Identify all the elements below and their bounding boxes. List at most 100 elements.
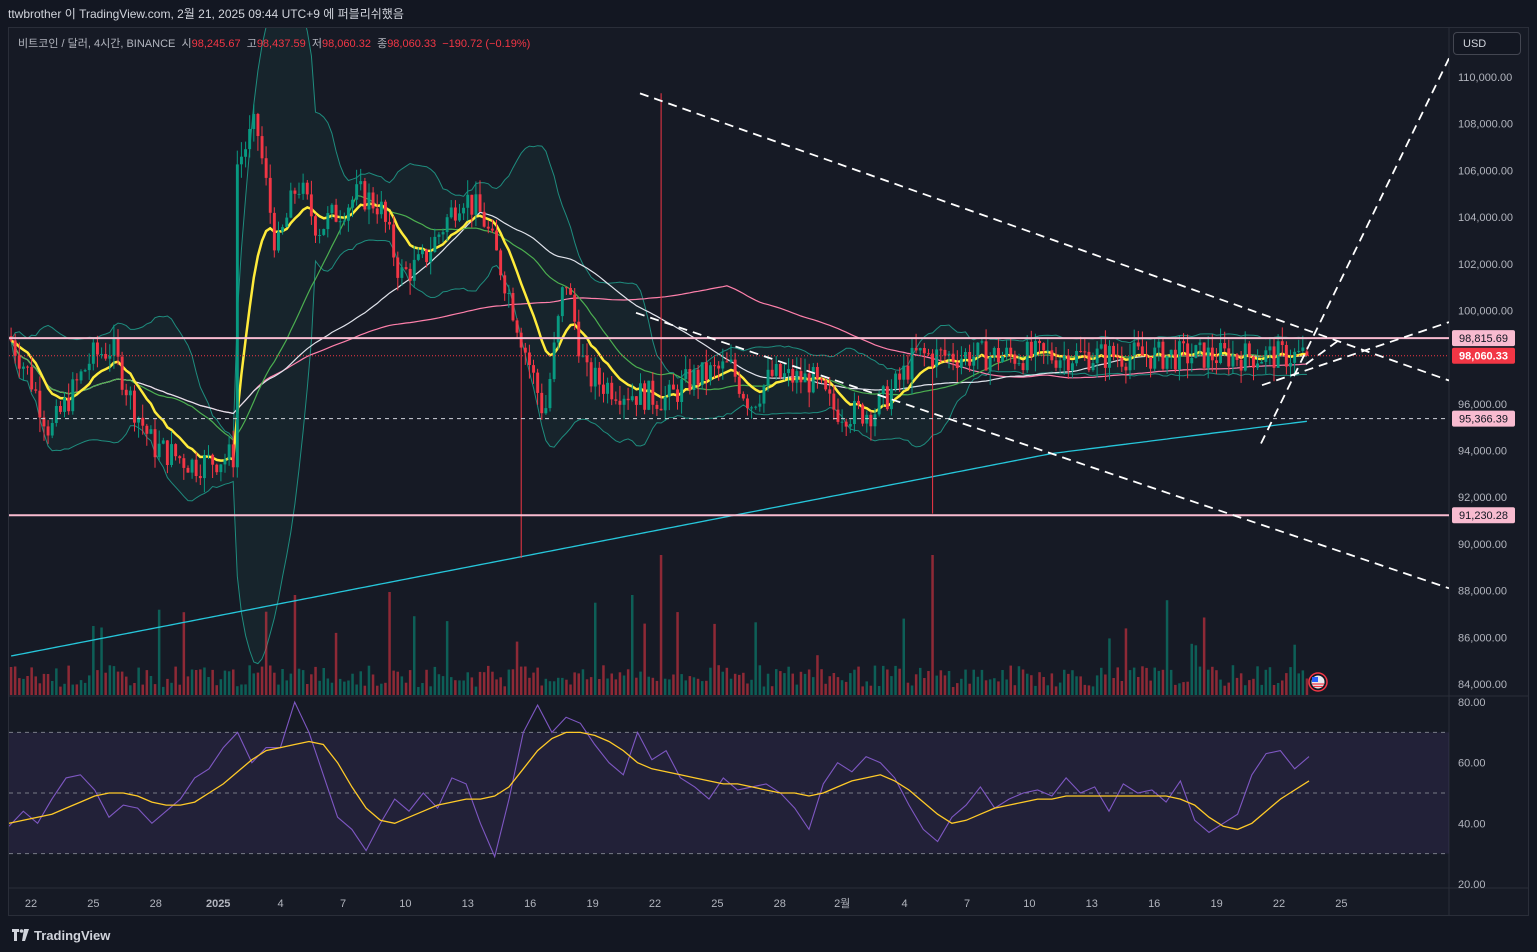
volume-bar — [779, 671, 782, 695]
candle-body — [515, 320, 519, 333]
volume-bar — [293, 595, 297, 695]
volume-bar — [1198, 666, 1202, 695]
volume-bar — [450, 677, 453, 695]
candle-body — [1157, 341, 1161, 348]
volume-bar — [404, 682, 408, 695]
candle-body — [71, 379, 75, 412]
tradingview-logo-icon[interactable] — [12, 929, 30, 941]
volume-bar — [227, 671, 231, 695]
volume-bar — [1182, 682, 1185, 695]
candle-body — [478, 194, 482, 212]
change-value: −190.72 (−0.19%) — [442, 38, 531, 50]
volume-bar — [408, 670, 412, 695]
candle-body — [569, 288, 572, 295]
volume-bar — [1276, 683, 1280, 695]
trendlines[interactable] — [635, 57, 1449, 590]
chart-canvas[interactable]: 80.00 60.00 40.00 20.00 110,000.00 108,000.0… — [0, 0, 1537, 918]
candle-body — [1046, 350, 1050, 352]
volume-bar — [256, 672, 260, 695]
volume-bar — [478, 671, 482, 695]
candle-body — [1017, 363, 1021, 365]
candle-body — [355, 184, 359, 200]
price-tag-label: 95,366.39 — [1459, 414, 1508, 426]
candle-body — [83, 370, 87, 372]
currency-button[interactable]: USD — [1453, 32, 1521, 55]
symbol-name[interactable]: 비트코인 / 달러, 4시간, BINANCE — [18, 38, 175, 50]
candle-body — [717, 365, 721, 369]
volume-bar — [30, 667, 33, 695]
candle-body — [655, 404, 659, 409]
volume-bar — [877, 686, 881, 695]
volume-bar — [766, 673, 770, 695]
candle-body — [927, 353, 930, 355]
price-tag: 95,366.39 — [1452, 410, 1515, 427]
volume-bar — [297, 668, 301, 695]
candle-body — [787, 369, 790, 374]
volume-bar — [1231, 665, 1235, 695]
candle-body — [565, 287, 568, 289]
candle-body — [1169, 349, 1173, 356]
candle-body — [593, 367, 597, 387]
candle-body — [770, 369, 774, 376]
volume-bar — [1211, 666, 1214, 695]
candle-body — [1001, 356, 1004, 363]
candle-body — [157, 443, 161, 458]
candle-body — [1054, 360, 1058, 368]
candle-body — [133, 390, 136, 423]
volume-bar — [795, 684, 799, 695]
volume-bar — [174, 666, 177, 695]
candle-body — [680, 379, 684, 402]
volume-bar — [935, 675, 938, 695]
candle-body — [433, 236, 437, 252]
volume-bar — [746, 683, 749, 695]
candle-body — [91, 342, 95, 364]
volume-bar — [1079, 676, 1082, 695]
candle-body — [1165, 355, 1169, 369]
volume-bar — [791, 673, 794, 695]
us-flag-icon[interactable] — [1308, 672, 1328, 692]
volume-bar — [277, 684, 280, 695]
volume-bar — [59, 686, 62, 695]
candle-body — [79, 371, 83, 381]
volume-bar — [1157, 670, 1161, 695]
volume-bar — [614, 679, 618, 695]
volume-bar — [725, 667, 729, 695]
candle-body — [721, 361, 725, 369]
volume-bar — [1058, 682, 1062, 695]
candle-body — [667, 384, 671, 397]
price-axis[interactable]: 110,000.00 108,000.00 106,000.00 104,000.00… — [1458, 72, 1513, 691]
candle-body — [1173, 349, 1177, 370]
volume-bar — [38, 683, 42, 695]
candle-body — [815, 367, 819, 379]
candle-body — [820, 378, 823, 381]
volume-bar — [1223, 685, 1226, 695]
candle-body — [853, 400, 856, 424]
volume-bar — [931, 555, 934, 695]
volume-bar — [943, 675, 947, 695]
volume-bar — [507, 669, 511, 695]
volume-bar — [1235, 677, 1239, 695]
candle-body — [482, 211, 486, 227]
volume-bar — [1215, 670, 1218, 695]
candle-body — [1128, 356, 1132, 371]
volume-bar — [79, 680, 83, 695]
volume-bar — [544, 678, 548, 695]
candle-body — [252, 114, 256, 129]
candle-body — [1289, 363, 1292, 367]
candle-body — [832, 393, 836, 410]
time-tick-label: 19 — [1210, 898, 1222, 910]
volume-bar — [680, 674, 683, 695]
candle-body — [622, 398, 626, 405]
volume-bar — [890, 676, 893, 695]
candle-body — [1120, 358, 1124, 367]
candle-body — [877, 394, 881, 415]
candle-body — [634, 396, 638, 405]
volume-bar — [1301, 670, 1305, 695]
time-axis[interactable]: 22 25 28 2025 4 7 10 13 16 19 22 25 28 2월 4 7 10 13 16 19 22… — [25, 897, 1348, 910]
volume-bar — [803, 673, 807, 695]
candle-body — [1215, 360, 1218, 363]
tradingview-logo-text[interactable]: TradingView — [34, 928, 110, 943]
volume-bar — [557, 677, 560, 695]
volume-bar — [1289, 667, 1292, 695]
volume-bar — [1054, 686, 1058, 695]
